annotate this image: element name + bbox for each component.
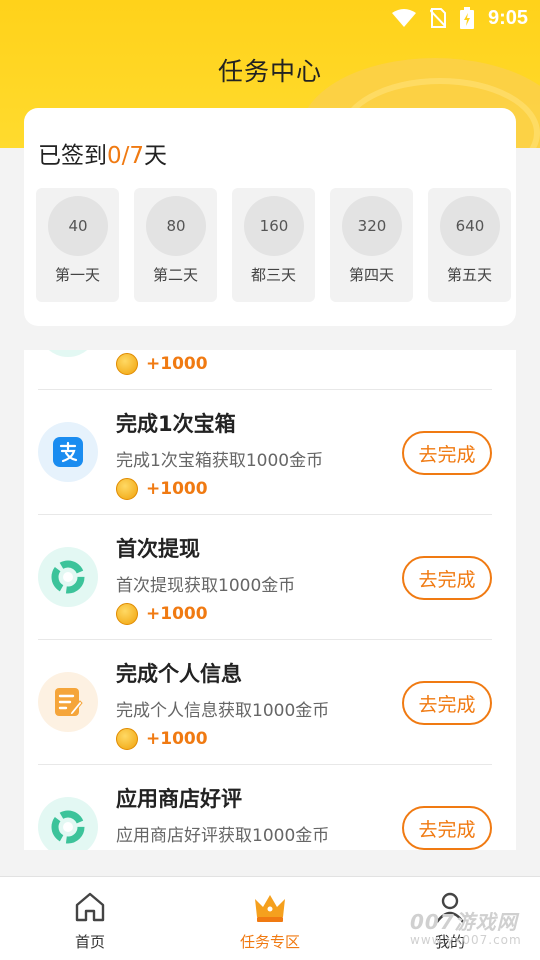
watermark-url: www.yx007.com bbox=[410, 933, 522, 947]
profile-form-icon bbox=[38, 672, 98, 732]
crown-icon bbox=[252, 889, 288, 925]
day-coin-amount: 640 bbox=[440, 196, 500, 256]
task-reward: +1000 bbox=[116, 603, 208, 625]
coin-icon bbox=[116, 728, 138, 750]
signin-day-row[interactable]: 40 第一天 80 第二天 160 都三天 320 第四天 640 第五天 bbox=[36, 188, 516, 302]
task-name: 完成1次宝箱 bbox=[116, 412, 236, 436]
signin-status: 已签到0/7天 bbox=[38, 136, 167, 170]
task-item: 应用商店好评 应用商店好评获取1000金币 去完成 bbox=[38, 765, 492, 850]
signin-day-1[interactable]: 40 第一天 bbox=[36, 188, 119, 302]
go-complete-button[interactable]: 去完成 bbox=[402, 556, 492, 600]
task-desc: 首次提现获取1000金币 bbox=[116, 576, 296, 596]
coin-icon bbox=[116, 603, 138, 625]
day-coin-amount: 160 bbox=[244, 196, 304, 256]
tab-tasks[interactable]: 任务专区 bbox=[180, 877, 360, 960]
home-icon bbox=[73, 889, 107, 925]
watermark-text: 007游戏网 bbox=[410, 910, 518, 934]
watermark: 007游戏网 www.yx007.com bbox=[410, 906, 522, 947]
withdraw-icon bbox=[38, 547, 98, 607]
go-complete-button[interactable]: 去完成 bbox=[402, 431, 492, 475]
day-coin-amount: 40 bbox=[48, 196, 108, 256]
task-name: 完成个人信息 bbox=[116, 662, 242, 686]
coin-icon bbox=[116, 478, 138, 500]
day-label: 第五天 bbox=[446, 266, 492, 284]
signin-day-4[interactable]: 320 第四天 bbox=[330, 188, 413, 302]
task-name: 应用商店好评 bbox=[116, 787, 242, 811]
task-item: 完成个人信息 完成个人信息获取1000金币 +1000 去完成 bbox=[38, 640, 492, 765]
wifi-icon bbox=[391, 9, 416, 27]
battery-charging-icon bbox=[459, 7, 474, 29]
tab-home[interactable]: 首页 bbox=[0, 877, 180, 960]
reward-amount: +1000 bbox=[146, 604, 208, 624]
status-bar: 9:05 bbox=[0, 0, 540, 36]
app-store-icon bbox=[38, 797, 98, 850]
signin-day-5[interactable]: 640 第五天 bbox=[428, 188, 511, 302]
alipay-icon bbox=[38, 422, 98, 482]
tab-label: 任务专区 bbox=[239, 933, 300, 951]
day-coin-amount: 320 bbox=[342, 196, 402, 256]
task-reward: +1000 bbox=[116, 478, 208, 500]
signin-prefix: 已签到 bbox=[38, 143, 107, 169]
day-label: 第一天 bbox=[54, 266, 100, 284]
task-icon-partial bbox=[38, 350, 98, 357]
day-label: 第二天 bbox=[152, 266, 198, 284]
task-desc: 应用商店好评获取1000金币 bbox=[116, 826, 330, 846]
signin-suffix: 天 bbox=[144, 143, 168, 169]
go-complete-button[interactable]: 去完成 bbox=[402, 681, 492, 725]
reward-amount: +1000 bbox=[146, 354, 208, 374]
task-reward: +1000 bbox=[116, 353, 208, 375]
day-label: 第四天 bbox=[348, 266, 394, 284]
status-time: 9:05 bbox=[487, 6, 528, 29]
task-list[interactable]: +1000 完成1次宝箱 完成1次宝箱获取1000金币 +1000 去完成 首次… bbox=[24, 350, 516, 850]
task-item: 首次提现 首次提现获取1000金币 +1000 去完成 bbox=[38, 515, 492, 640]
day-label: 都三天 bbox=[250, 266, 296, 284]
reward-amount: +1000 bbox=[146, 479, 208, 499]
day-coin-amount: 80 bbox=[146, 196, 206, 256]
reward-amount: +1000 bbox=[146, 729, 208, 749]
task-desc: 完成1次宝箱获取1000金币 bbox=[116, 451, 324, 471]
task-reward: +1000 bbox=[116, 728, 208, 750]
task-name: 首次提现 bbox=[116, 537, 200, 561]
task-item: 完成1次宝箱 完成1次宝箱获取1000金币 +1000 去完成 bbox=[38, 390, 492, 515]
tab-label: 首页 bbox=[74, 933, 105, 951]
signin-progress: 0/7 bbox=[107, 143, 145, 169]
signin-card: 已签到0/7天 40 第一天 80 第二天 160 都三天 320 第四天 64… bbox=[24, 108, 516, 326]
no-sim-icon bbox=[429, 8, 446, 28]
coin-icon bbox=[116, 353, 138, 375]
task-desc: 完成个人信息获取1000金币 bbox=[116, 701, 330, 721]
signin-day-3[interactable]: 160 都三天 bbox=[232, 188, 315, 302]
page-title: 任务中心 bbox=[217, 57, 322, 86]
go-complete-button[interactable]: 去完成 bbox=[402, 806, 492, 850]
task-item: +1000 bbox=[38, 350, 492, 390]
signin-day-2[interactable]: 80 第二天 bbox=[134, 188, 217, 302]
